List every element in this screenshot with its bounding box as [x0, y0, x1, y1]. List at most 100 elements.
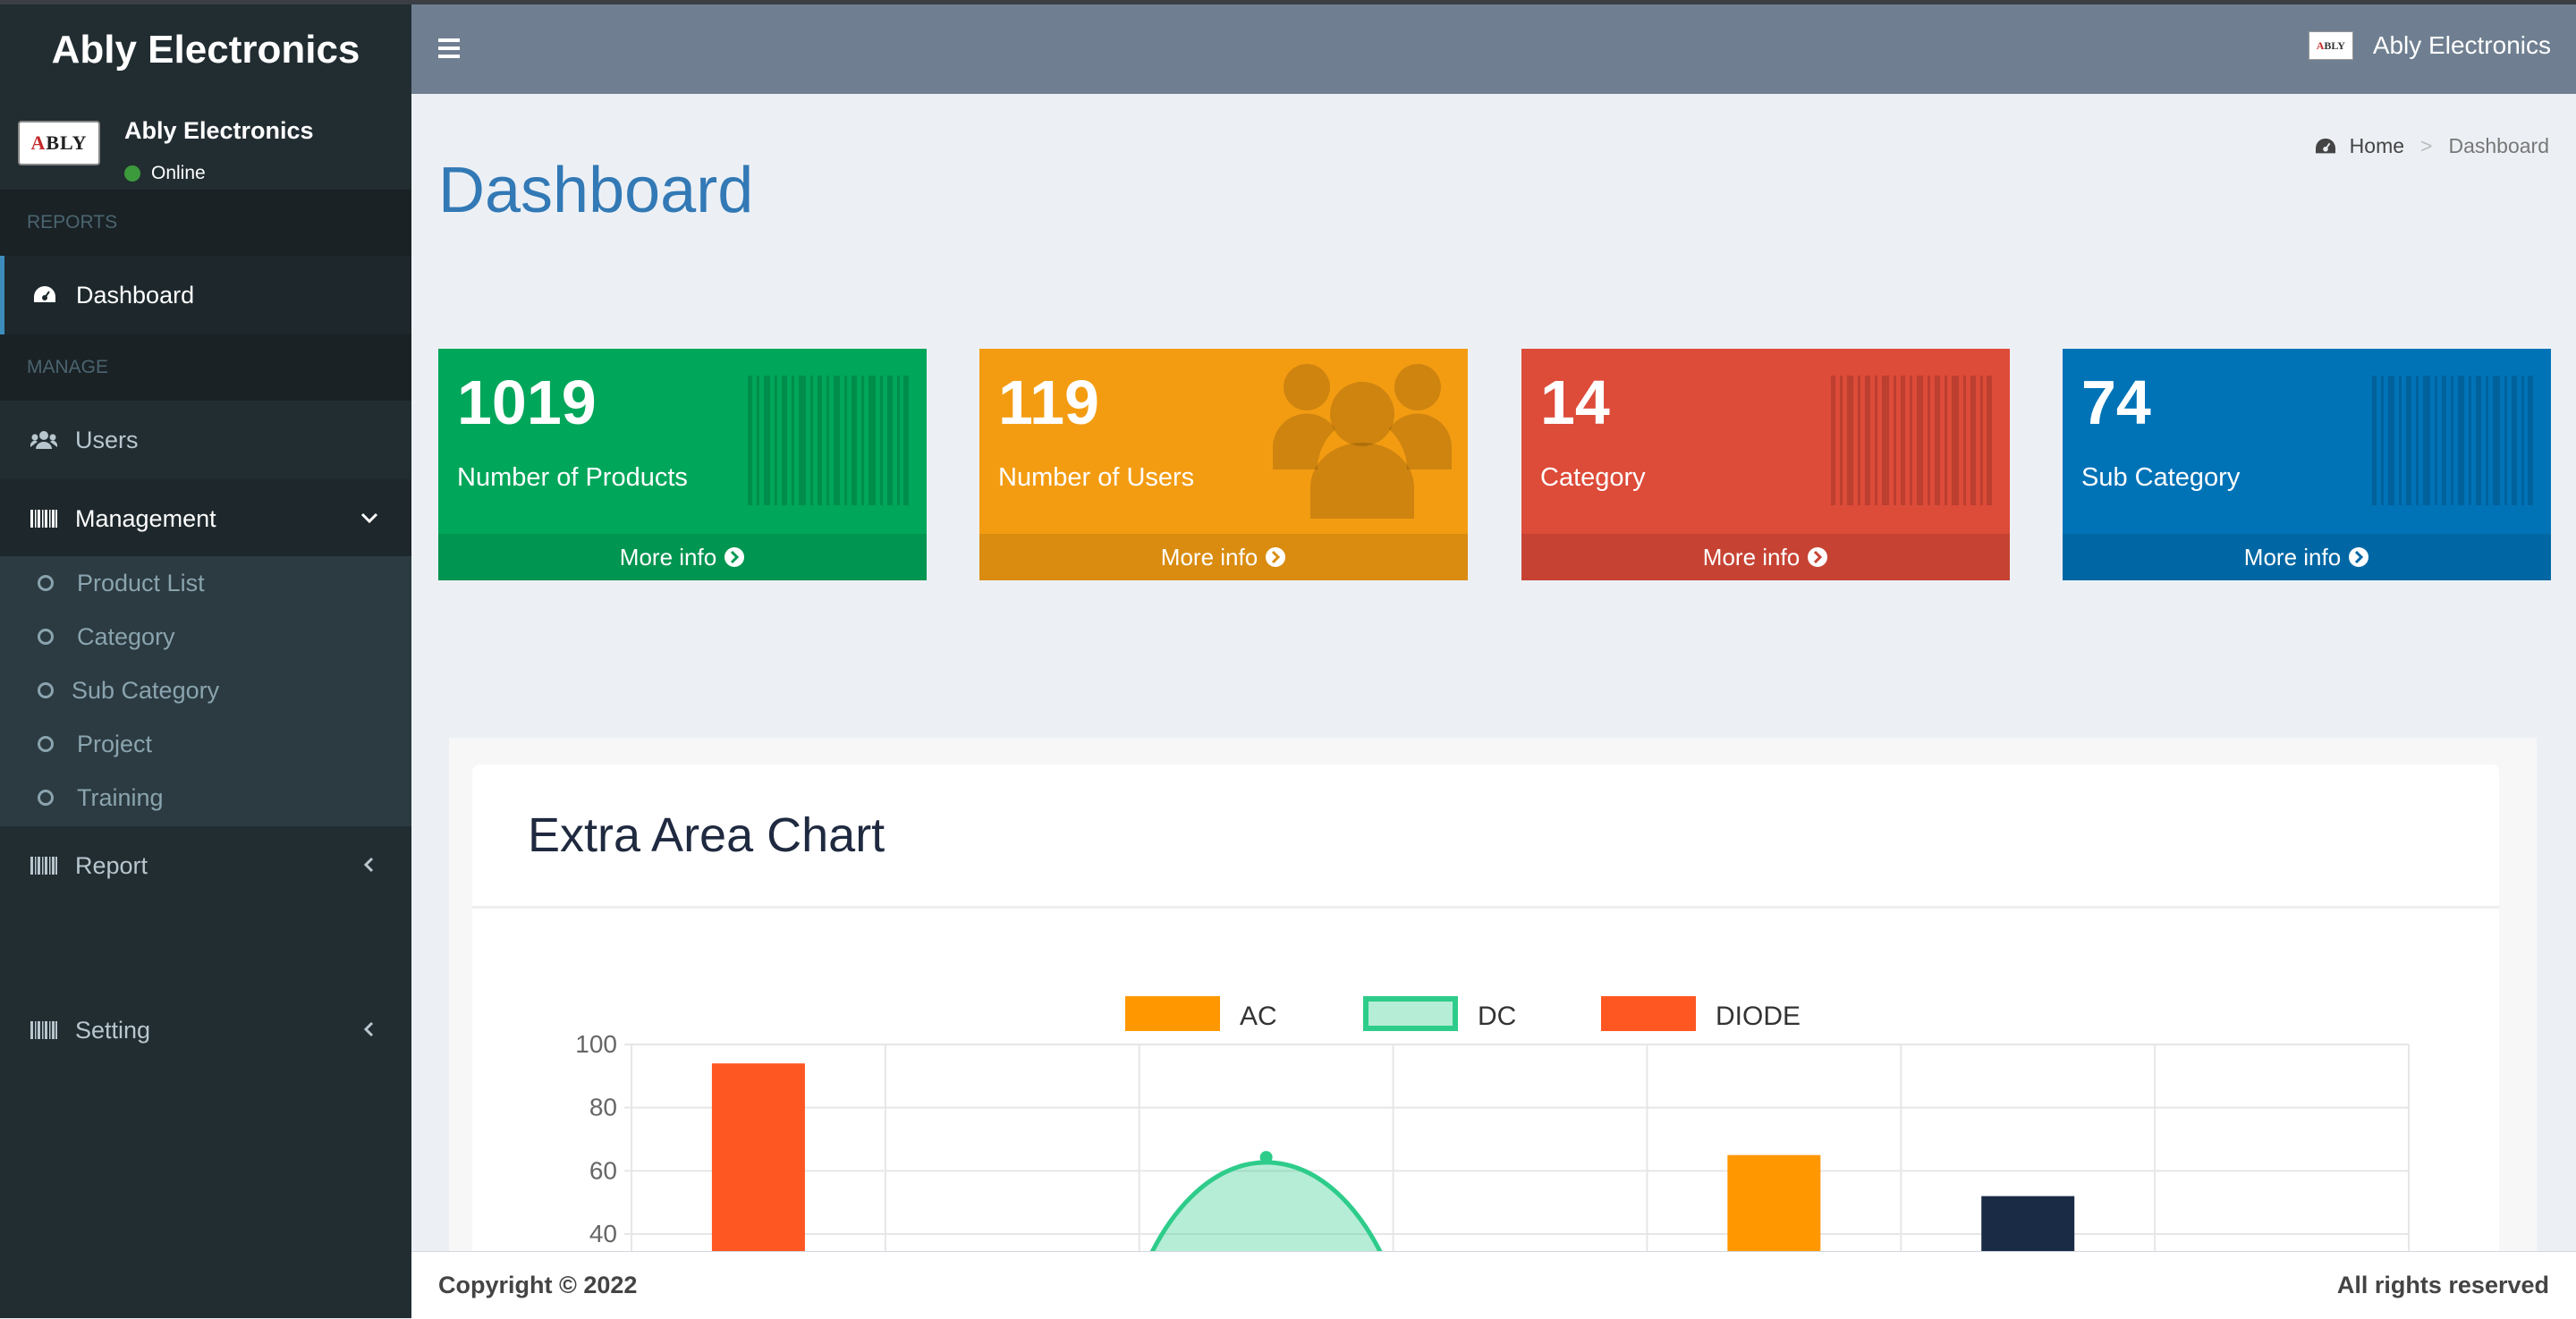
- stat-box-users: 119 Number of Users More info: [979, 349, 1468, 580]
- circle-icon: [38, 682, 54, 698]
- more-info-link[interactable]: More info: [1521, 534, 2010, 580]
- barcode-icon: [30, 1018, 57, 1043]
- submenu-item-label: Project: [77, 730, 153, 757]
- status-text: Online: [151, 163, 206, 183]
- sidebar: Ably Electronics ABLY Ably Electronics O…: [0, 4, 411, 1318]
- submenu-item-label: Training: [77, 783, 164, 811]
- circle-icon: [38, 790, 54, 806]
- y-tick-label: 80: [589, 1094, 617, 1121]
- sidebar-item-setting[interactable]: Setting: [0, 991, 411, 1070]
- barcode-icon: [1831, 376, 1992, 505]
- chart-section: Extra Area Chart 40 60 80 100 AC DC DIODE: [449, 738, 2537, 1252]
- more-info-label: More info: [1702, 543, 1801, 571]
- breadcrumb-current: Dashboard: [2448, 134, 2549, 157]
- stat-label: Number of Products: [457, 463, 688, 492]
- breadcrumb-home[interactable]: Home: [2350, 134, 2404, 158]
- circle-icon: [38, 736, 54, 752]
- brand-name: Ably Electronics: [51, 28, 360, 72]
- online-dot-icon: [124, 165, 140, 182]
- legend-swatch: [1125, 996, 1220, 1031]
- page-title: Dashboard: [438, 155, 754, 226]
- user-avatar: ABLY: [18, 121, 100, 165]
- sidebar-item-management[interactable]: Management: [0, 479, 411, 558]
- more-info-label: More info: [1160, 543, 1258, 571]
- sidebar-item-dashboard[interactable]: Dashboard: [0, 256, 411, 334]
- users-icon: [30, 427, 57, 452]
- stat-label: Category: [1540, 463, 1646, 492]
- more-info-label: More info: [619, 543, 717, 571]
- nav-header-manage: MANAGE: [0, 334, 411, 401]
- more-info-label: More info: [2243, 543, 2342, 571]
- stat-value: 14: [1540, 368, 1610, 437]
- chart-bar: [711, 1063, 805, 1252]
- stat-box-category: 14 Category More info: [1521, 349, 2010, 580]
- stat-value: 119: [998, 368, 1099, 437]
- sidebar-item-label: Users: [75, 426, 139, 453]
- area-point: [1259, 1151, 1273, 1164]
- submenu-item-label: Category: [77, 622, 175, 650]
- menu-toggle-icon[interactable]: [438, 38, 460, 58]
- stat-value: 74: [2081, 368, 2151, 437]
- user-status: Online: [124, 163, 206, 184]
- page-footer: Copyright © 2022 All rights reserved: [411, 1251, 2576, 1319]
- header-user-menu[interactable]: A BLY Ably Electronics: [2308, 31, 2551, 60]
- submenu-item-sub-category[interactable]: Sub Category: [0, 664, 411, 717]
- sidebar-item-report[interactable]: Report: [0, 826, 411, 905]
- y-tick-label: 60: [589, 1156, 617, 1184]
- barcode-icon: [2372, 376, 2533, 505]
- header-user-name: Ably Electronics: [2372, 31, 2551, 59]
- submenu-item-category[interactable]: Category: [0, 610, 411, 664]
- barcode-icon: [748, 376, 909, 505]
- arrow-circle-right-icon: [2349, 547, 2369, 567]
- submenu-item-project[interactable]: Project: [0, 717, 411, 771]
- brand-logo[interactable]: Ably Electronics: [0, 4, 411, 96]
- arrow-circle-right-icon: [724, 547, 745, 567]
- logo-text: ABLY: [30, 131, 88, 154]
- circle-icon: [38, 629, 54, 645]
- dashboard-icon: [2314, 137, 2337, 156]
- circle-icon: [38, 575, 54, 591]
- chevron-left-icon: [358, 853, 381, 876]
- stat-box-products: 1019 Number of Products More info: [438, 349, 927, 580]
- legend-label: DC: [1478, 1002, 1516, 1031]
- chevron-left-icon: [358, 1018, 381, 1041]
- arrow-circle-right-icon: [1266, 547, 1286, 567]
- sidebar-item-label: Report: [75, 851, 148, 879]
- submenu-item-product-list[interactable]: Product List: [0, 556, 411, 610]
- stat-label: Number of Users: [998, 463, 1195, 492]
- stat-value: 1019: [457, 368, 597, 437]
- user-panel: ABLY Ably Electronics Online: [0, 96, 411, 190]
- dashboard-icon: [31, 283, 58, 308]
- nav-header-reports: REPORTS: [0, 190, 411, 256]
- stat-box-sub-category: 74 Sub Category More info: [2063, 349, 2551, 580]
- barcode-icon: [30, 853, 57, 878]
- more-info-link[interactable]: More info: [2063, 534, 2551, 580]
- more-info-link[interactable]: More info: [438, 534, 927, 580]
- sidebar-item-label: Dashboard: [76, 281, 195, 309]
- breadcrumb-separator: >: [2420, 134, 2433, 157]
- breadcrumb: Home > Dashboard: [2314, 134, 2549, 158]
- user-name: Ably Electronics: [124, 117, 314, 144]
- area-fill: [1152, 1163, 1380, 1252]
- legend-swatch: [1601, 996, 1696, 1031]
- legend-swatch: [1363, 996, 1458, 1031]
- stat-label: Sub Category: [2081, 463, 2241, 492]
- chart-bar: [1981, 1196, 2075, 1252]
- more-info-link[interactable]: More info: [979, 534, 1468, 580]
- y-tick-label: 100: [575, 1030, 617, 1058]
- barcode-icon: [30, 506, 57, 531]
- area-chart: 40 60 80 100 AC DC DIODE: [575, 996, 2410, 1252]
- sidebar-item-users[interactable]: Users: [0, 401, 411, 479]
- submenu-item-label: Product List: [77, 569, 205, 596]
- copyright-text: Copyright © 2022: [438, 1272, 638, 1298]
- submenu-item-training[interactable]: Training: [0, 771, 411, 824]
- management-submenu: Product List Category Sub Category Proje…: [0, 556, 411, 826]
- arrow-circle-right-icon: [1808, 547, 1828, 567]
- chevron-down-icon: [358, 506, 381, 529]
- submenu-item-label: Sub Category: [72, 676, 220, 704]
- sidebar-item-label: Setting: [75, 1016, 151, 1044]
- rights-text: All rights reserved: [2336, 1272, 2549, 1298]
- header-logo: A BLY: [2308, 31, 2353, 60]
- users-icon: [1273, 362, 1452, 519]
- y-tick-label: 40: [589, 1220, 617, 1247]
